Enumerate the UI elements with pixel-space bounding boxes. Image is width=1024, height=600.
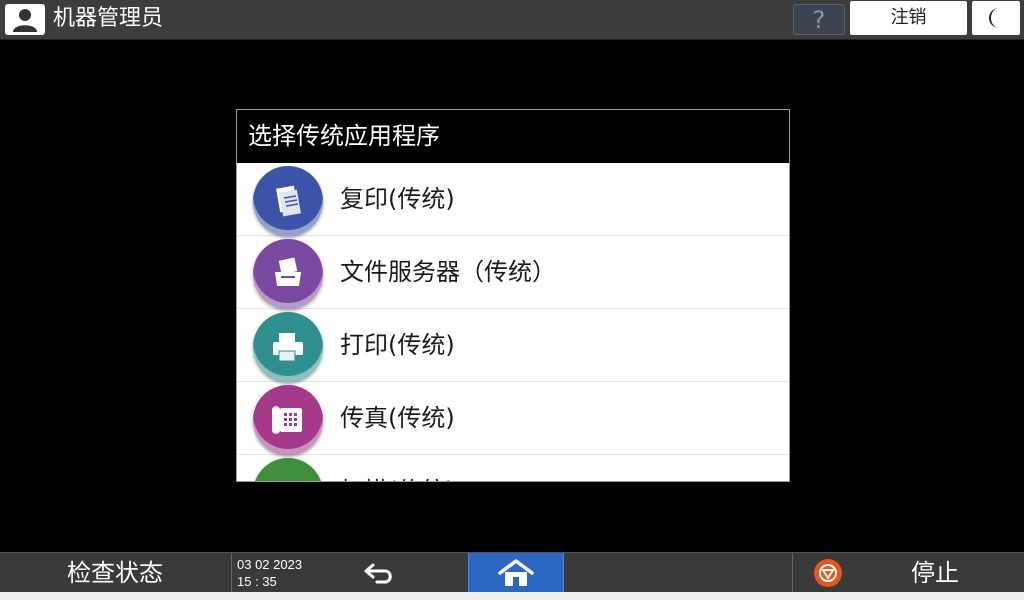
- back-button[interactable]: [345, 553, 415, 593]
- list-item-fax[interactable]: 传真(传统): [237, 382, 789, 455]
- list-item-label: 文件服务器（传统）: [340, 258, 556, 286]
- document-server-icon: [253, 239, 323, 309]
- list-item-label: 传真(传统): [340, 404, 455, 432]
- date-time: 03 02 2023 15 : 35: [231, 553, 307, 593]
- dialog-title: 选择传统应用程序: [237, 110, 789, 163]
- help-button[interactable]: ?: [793, 4, 845, 35]
- list-item-print[interactable]: 打印(传统): [237, 309, 789, 382]
- fax-icon: [253, 385, 323, 455]
- printer-icon: [253, 312, 323, 382]
- list-item-document-server[interactable]: 文件服务器（传统）: [237, 236, 789, 309]
- divider: [792, 553, 793, 593]
- list-item-scan[interactable]: 扫描(传统): [237, 455, 789, 481]
- energy-saver-button[interactable]: [972, 1, 1020, 35]
- footer-strip: [0, 592, 1024, 600]
- user-icon: [13, 8, 37, 32]
- date-text: 03 02 2023: [237, 557, 303, 572]
- top-bar: 机器管理员 ? 注销: [0, 0, 1024, 40]
- app-list[interactable]: 复印(传统) 文件服务器（传统） 打印(传统) 传真(传统): [237, 163, 789, 481]
- bottom-bar: 检查状态 03 02 2023 15 : 35 停止: [0, 552, 1024, 593]
- stop-button[interactable]: 停止: [850, 553, 1020, 593]
- list-item-label: 复印(传统): [340, 185, 455, 213]
- stop-icon: [814, 559, 842, 587]
- home-icon: [498, 559, 534, 586]
- list-item-label: 扫描(传统): [340, 455, 455, 481]
- list-item-copy[interactable]: 复印(传统): [237, 163, 789, 236]
- user-title: 机器管理员: [53, 6, 164, 31]
- home-button[interactable]: [468, 553, 564, 593]
- back-arrow-icon: [364, 563, 392, 584]
- list-item-label: 打印(传统): [340, 331, 455, 359]
- check-status-button[interactable]: 检查状态: [0, 553, 230, 593]
- time-text: 15 : 35: [237, 574, 277, 589]
- scanner-icon: [253, 458, 323, 481]
- legacy-app-dialog: 选择传统应用程序 复印(传统) 文件服务器（传统） 打印(传统) 传真(传统): [236, 109, 790, 482]
- logout-button[interactable]: 注销: [850, 1, 967, 35]
- user-button[interactable]: [5, 4, 45, 35]
- moon-icon: [989, 8, 999, 28]
- copier-icon: [253, 166, 323, 236]
